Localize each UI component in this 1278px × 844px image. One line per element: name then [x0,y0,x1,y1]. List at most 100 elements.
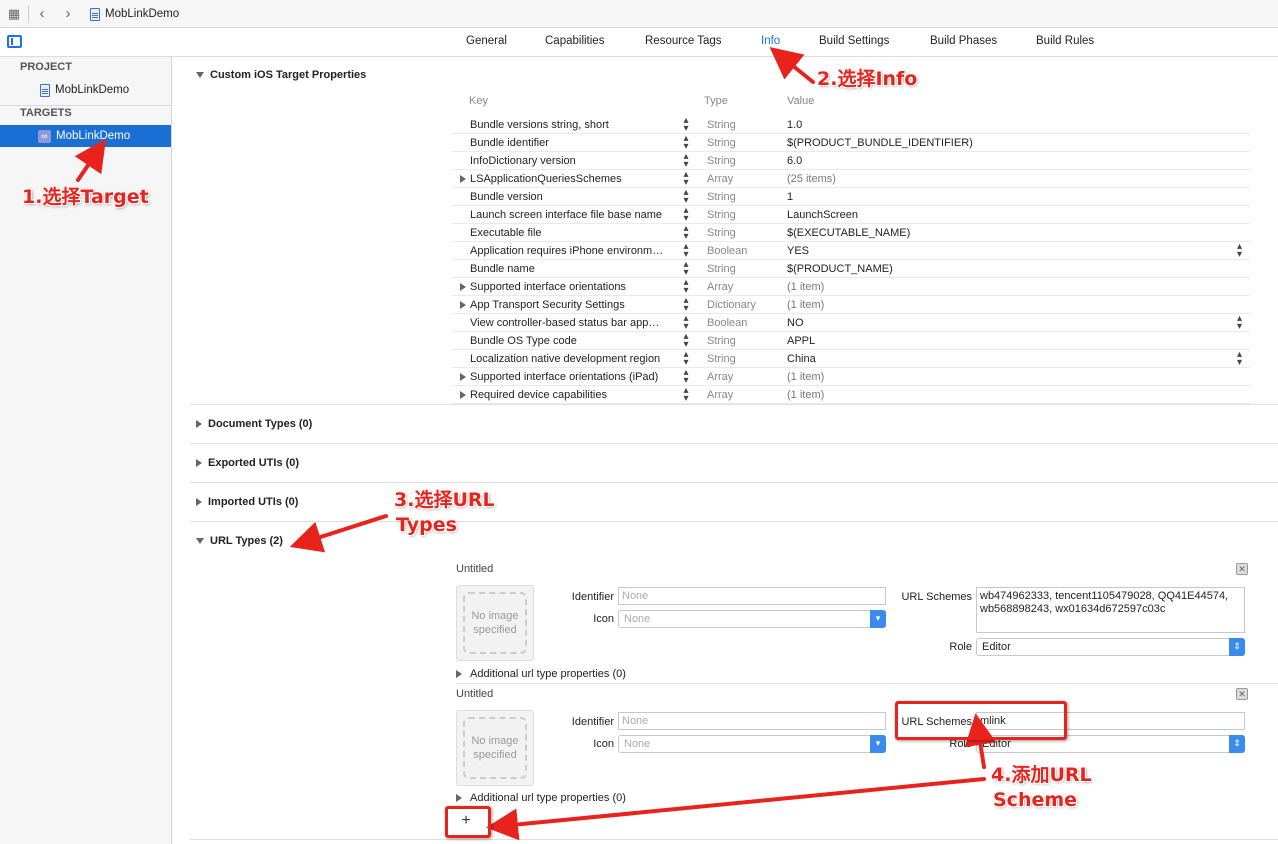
disclosure-right-icon[interactable] [456,670,462,678]
property-row[interactable]: Executable file ▴ ▾ String $(EXECUTABLE_NAME… [452,224,1250,242]
tab-build-settings[interactable]: Build Settings [819,35,889,47]
tab-build-rules[interactable]: Build Rules [1036,35,1094,47]
property-value[interactable]: LaunchScreen [787,209,858,221]
tab-capabilities[interactable]: Capabilities [545,35,604,47]
property-value[interactable]: (1 item) [787,389,824,401]
disclosure-right-icon[interactable] [196,420,202,428]
url-type-image-well[interactable]: No image specified [456,585,534,661]
key-updown-icon[interactable]: ▴ ▾ [682,152,690,170]
property-value[interactable]: China [787,353,816,365]
property-value[interactable]: 6.0 [787,155,802,167]
key-updown-icon[interactable]: ▴ ▾ [682,296,690,314]
annotation-step-4-line2: Scheme [993,789,1078,811]
disclosure-right-icon[interactable] [460,283,466,291]
property-value[interactable]: $(PRODUCT_NAME) [787,263,893,275]
property-row[interactable]: Bundle identifier ▴ ▾ String $(PRODUCT_BUNDL… [452,134,1250,152]
property-row[interactable]: Bundle name ▴ ▾ String $(PRODUCT_NAME) [452,260,1250,278]
document-types-header[interactable]: Document Types (0) [196,418,312,430]
key-updown-icon[interactable]: ▴ ▾ [682,134,690,152]
property-row[interactable]: Localization native development region ▴ ▾… [452,350,1250,368]
tab-info[interactable]: Info [761,35,780,47]
identifier-field[interactable]: None [618,587,886,605]
property-type: Array [707,173,734,185]
key-updown-icon[interactable]: ▴ ▾ [682,116,690,134]
value-updown-icon[interactable]: ▴ ▾ [1237,242,1242,260]
forward-chevron-icon[interactable]: › [60,6,76,22]
property-value[interactable]: (1 item) [787,281,824,293]
property-row[interactable]: Bundle OS Type code ▴ ▾ String APPL [452,332,1250,350]
key-updown-icon[interactable]: ▴ ▾ [682,260,690,278]
remove-url-type-icon[interactable]: ✕ [1236,563,1248,575]
property-row[interactable]: View controller-based status bar app… ▴ ▾ B… [452,314,1250,332]
url-type-image-well[interactable]: No image specified [456,710,534,786]
property-value[interactable]: $(PRODUCT_BUNDLE_IDENTIFIER) [787,137,973,149]
disclosure-right-icon[interactable] [460,175,466,183]
custom-properties-header[interactable]: Custom iOS Target Properties [196,69,366,81]
property-value[interactable]: NO [787,317,804,329]
property-row[interactable]: Bundle version ▴ ▾ String 1 [452,188,1250,206]
sidebar-item-target[interactable]: ∞ MobLinkDemo [0,125,171,147]
property-row[interactable]: Supported interface orientations (iPad) ▴… [452,368,1250,386]
key-updown-icon[interactable]: ▴ ▾ [682,206,690,224]
tab-resource-tags[interactable]: Resource Tags [645,35,722,47]
key-updown-icon[interactable]: ▴ ▾ [682,350,690,368]
url-types-header[interactable]: URL Types (2) [196,535,283,547]
disclosure-right-icon[interactable] [196,498,202,506]
key-updown-icon[interactable]: ▴ ▾ [682,386,690,404]
disclosure-right-icon[interactable] [460,391,466,399]
role-select[interactable]: Editor ⇕ [976,638,1245,656]
imported-utis-header[interactable]: Imported UTIs (0) [196,496,298,508]
remove-url-type-icon[interactable]: ✕ [1236,688,1248,700]
key-updown-icon[interactable]: ▴ ▾ [682,314,690,332]
property-row[interactable]: Required device capabilities ▴ ▾ Array (1 it… [452,386,1250,404]
disclosure-right-icon[interactable] [460,301,466,309]
property-row[interactable]: LSApplicationQueriesSchemes ▴ ▾ Array (25 it… [452,170,1250,188]
key-updown-icon[interactable]: ▴ ▾ [682,242,690,260]
sidebar-toggle-icon[interactable] [7,35,22,48]
additional-properties-toggle[interactable]: Additional url type properties (0) [456,668,626,680]
property-value[interactable]: $(EXECUTABLE_NAME) [787,227,910,239]
additional-properties-toggle[interactable]: Additional url type properties (0) [456,792,626,804]
key-updown-icon[interactable]: ▴ ▾ [682,170,690,188]
icon-select[interactable]: None ▾ [618,610,886,628]
property-value[interactable]: (1 item) [787,371,824,383]
icon-select[interactable]: None ▾ [618,735,886,753]
key-updown-icon[interactable]: ▴ ▾ [682,368,690,386]
key-updown-icon[interactable]: ▴ ▾ [682,188,690,206]
role-select-value: Editor [982,641,1011,653]
key-updown-icon[interactable]: ▴ ▾ [682,332,690,350]
property-value[interactable]: APPL [787,335,815,347]
property-row[interactable]: Supported interface orientations ▴ ▾ Array (… [452,278,1250,296]
property-value[interactable]: (1 item) [787,299,824,311]
property-row[interactable]: Launch screen interface file base name ▴ ▾… [452,206,1250,224]
property-key: Bundle OS Type code [470,335,577,347]
breadcrumb[interactable]: MobLinkDemo [90,6,179,22]
disclosure-right-icon[interactable] [456,794,462,802]
property-row[interactable]: Application requires iPhone environm… ▴ ▾ B… [452,242,1250,260]
back-chevron-icon[interactable]: ‹ [34,6,50,22]
property-type: Boolean [707,317,748,329]
disclosure-down-icon[interactable] [196,538,204,544]
sidebar-item-project[interactable]: MobLinkDemo [0,79,171,101]
grid-icon[interactable]: ▦ [6,6,22,22]
disclosure-right-icon[interactable] [460,373,466,381]
section-divider [190,482,1278,483]
key-updown-icon[interactable]: ▴ ▾ [682,224,690,242]
value-updown-icon[interactable]: ▴ ▾ [1237,350,1242,368]
value-updown-icon[interactable]: ▴ ▾ [1237,314,1242,332]
url-schemes-field[interactable]: wb474962333, tencent1105479028, QQ41E445… [976,587,1245,633]
disclosure-right-icon[interactable] [196,459,202,467]
disclosure-down-icon[interactable] [196,72,204,78]
tab-general[interactable]: General [466,35,507,47]
property-value[interactable]: (25 items) [787,173,836,185]
property-value[interactable]: 1.0 [787,119,802,131]
property-row[interactable]: Bundle versions string, short ▴ ▾ String 1.0 [452,116,1250,134]
tab-build-phases[interactable]: Build Phases [930,35,997,47]
property-value[interactable]: YES [787,245,809,257]
key-updown-icon[interactable]: ▴ ▾ [682,278,690,296]
exported-utis-header[interactable]: Exported UTIs (0) [196,457,299,469]
property-row[interactable]: App Transport Security Settings ▴ ▾ Diction… [452,296,1250,314]
property-value[interactable]: 1 [787,191,793,203]
property-row[interactable]: InfoDictionary version ▴ ▾ String 6.0 [452,152,1250,170]
identifier-field[interactable]: None [618,712,886,730]
